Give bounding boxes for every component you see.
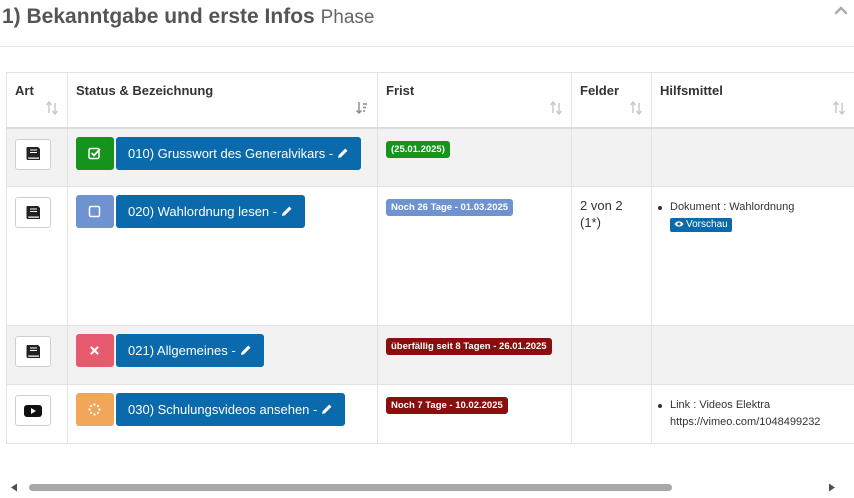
felder-cell: 2 von 2 (1*) [571,186,652,326]
task-edit-button[interactable]: 021) Allgemeines - [116,334,264,367]
book-icon [26,205,40,219]
column-label: Status & Bezeichnung [76,83,214,98]
felder-cell [571,384,652,444]
hilfsmittel-document-label: Dokument : Wahlordnung [670,201,795,213]
scroll-right-arrow-icon[interactable] [828,483,836,492]
hilfsmittel-cell: Link : Videos Elektra https://vimeo.com/… [651,384,854,444]
hilfsmittel-cell [651,127,854,187]
pencil-icon [322,404,332,414]
column-header-art[interactable]: Art [6,72,68,129]
hilfsmittel-cell: Dokument : Wahlordnung Vorschau [651,186,854,326]
frist-cell: überfällig seit 8 Tagen - 26.01.2025 [377,325,572,385]
pencil-icon [240,345,251,355]
book-icon [26,147,40,160]
art-cell [6,186,68,326]
hilfsmittel-cell [651,325,854,385]
sort-icon[interactable] [549,101,563,115]
frist-cell: (25.01.2025) [377,127,572,187]
hilfsmittel-list: Link : Videos Elektra https://vimeo.com/… [658,397,846,431]
checked-checkbox-icon [88,147,101,159]
eye-icon [674,221,684,227]
column-header-hilfsmittel[interactable]: Hilfsmittel [651,72,854,129]
scroll-left-arrow-icon[interactable] [10,483,18,492]
art-cell [6,127,68,187]
felder-cell [571,127,652,187]
empty-checkbox-icon [88,205,101,218]
status-in-progress-button[interactable] [76,393,114,426]
preview-label: Vorschau [686,219,728,230]
task-edit-button[interactable]: 020) Wahlordnung lesen - [116,195,306,228]
frist-cell: Noch 26 Tage - 01.03.2025 [377,186,572,326]
deadline-badge: Noch 7 Tage - 10.02.2025 [386,397,508,414]
column-header-frist[interactable]: Frist [377,72,572,129]
sort-icon[interactable] [629,101,643,115]
column-header-status[interactable]: Status & Bezeichnung [67,72,378,129]
task-table: Art Status & Bezeichnung Frist Felder Hi… [6,72,854,444]
spinner-icon [88,403,101,416]
hilfsmittel-item: Dokument : Wahlordnung Vorschau [658,199,846,233]
deadline-badge: Noch 26 Tage - 01.03.2025 [386,199,514,216]
column-label: Felder [580,83,620,98]
hilfsmittel-item[interactable]: Link : Videos Elektra https://vimeo.com/… [658,397,846,431]
scrollbar-thumb[interactable] [29,484,672,491]
status-overdue-button[interactable] [76,334,114,367]
pencil-icon [282,206,292,216]
column-header-felder[interactable]: Felder [571,72,652,129]
book-icon [26,344,40,358]
task-edit-button[interactable]: 030) Schulungsvideos ansehen - [116,393,346,426]
hilfsmittel-link-label[interactable]: Link : Videos Elektra https://vimeo.com/… [670,399,820,428]
sort-icon[interactable] [45,101,59,115]
task-label: 020) Wahlordnung lesen - [128,204,278,219]
sort-ascending-icon[interactable] [355,101,369,115]
table-row: 021) Allgemeines - überfällig seit 8 Tag… [6,325,854,385]
art-button[interactable] [15,336,51,367]
deadline-badge: (25.01.2025) [386,140,450,158]
column-label: Art [15,83,34,98]
task-label: 030) Schulungsvideos ansehen - [128,402,318,417]
status-open-button[interactable] [76,195,114,228]
column-label: Frist [386,83,415,98]
column-label: Hilfsmittel [660,83,723,98]
video-play-icon [24,404,42,417]
x-icon [90,346,99,355]
table-row: 030) Schulungsvideos ansehen - Noch 7 Ta… [6,384,854,444]
hilfsmittel-list: Dokument : Wahlordnung Vorschau [658,199,846,233]
art-button[interactable] [15,197,51,228]
preview-button[interactable]: Vorschau [670,218,732,232]
table-header-row: Art Status & Bezeichnung Frist Felder Hi… [6,72,854,129]
phase-title-text: 1) Bekanntgabe und erste Infos [2,5,315,28]
status-cell: 021) Allgemeines - [67,325,378,385]
pencil-icon [338,148,348,158]
table-row: 020) Wahlordnung lesen - Noch 26 Tage - … [6,186,854,326]
horizontal-scrollbar[interactable] [0,476,854,498]
status-cell: 010) Grusswort des Generalvikars - [67,127,378,187]
task-label: 010) Grusswort des Generalvikars - [128,145,334,161]
phase-header: 1) Bekanntgabe und erste Infos Phase [0,0,854,47]
task-edit-button[interactable]: 010) Grusswort des Generalvikars - [116,136,362,170]
felder-cell [571,325,652,385]
status-cell: 030) Schulungsvideos ansehen - [67,384,378,444]
phase-title: 1) Bekanntgabe und erste Infos Phase [2,5,374,29]
status-cell: 020) Wahlordnung lesen - [67,186,378,326]
frist-cell: Noch 7 Tage - 10.02.2025 [377,384,572,444]
art-cell [6,325,68,385]
deadline-badge: überfällig seit 8 Tagen - 26.01.2025 [386,338,552,355]
art-cell [6,384,68,444]
task-table-container: Art Status & Bezeichnung Frist Felder Hi… [6,72,854,444]
phase-subtitle: Phase [320,7,375,28]
task-label: 021) Allgemeines - [128,343,236,358]
table-row: 010) Grusswort des Generalvikars - (25.0… [6,127,854,187]
status-done-button[interactable] [76,136,114,170]
art-button[interactable] [15,395,51,426]
chevron-up-icon[interactable] [834,4,848,16]
art-button[interactable] [15,138,51,170]
sort-icon[interactable] [832,101,846,115]
